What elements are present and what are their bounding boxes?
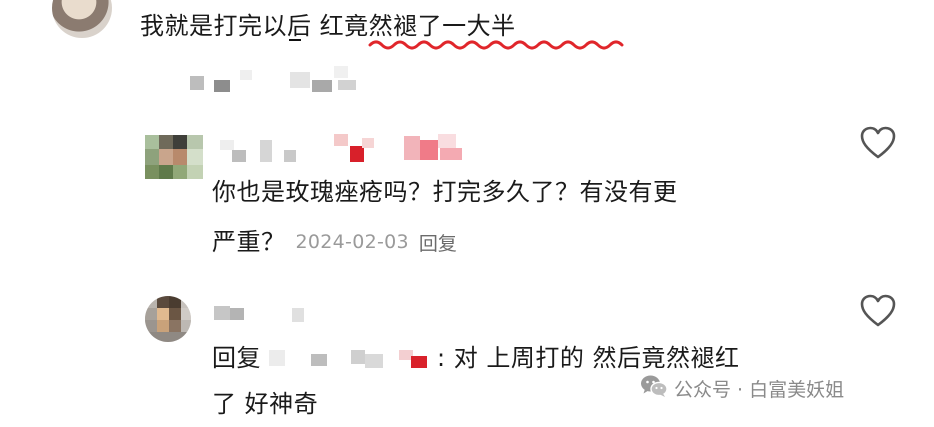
avatar[interactable] bbox=[145, 135, 203, 179]
comment-body-line: 你也是玫瑰痤疮吗？打完多久了？有没有更 bbox=[212, 178, 678, 206]
comment-text-highlight: 红竟然褪了一大半 bbox=[319, 12, 516, 40]
watermark-text: 公众号 · 白富美妖姐 bbox=[674, 378, 845, 401]
avatar[interactable] bbox=[145, 296, 191, 342]
avatar[interactable] bbox=[52, 0, 112, 38]
reply-button[interactable]: 回复 bbox=[419, 229, 457, 256]
comment-text-plain: 我就是打完以后 bbox=[140, 12, 320, 40]
comment-body-line: 严重？ bbox=[212, 228, 286, 256]
reply-prefix: 回复 bbox=[212, 344, 261, 372]
highlight-wavy-underline bbox=[368, 40, 624, 50]
like-heart-icon[interactable] bbox=[860, 294, 896, 328]
like-heart-icon[interactable] bbox=[860, 126, 896, 160]
watermark: 公众号 · 白富美妖姐 bbox=[640, 370, 844, 406]
comment-date: 2024-02-03 bbox=[295, 231, 409, 253]
wechat-icon bbox=[640, 374, 668, 403]
pixelated-mention bbox=[261, 346, 437, 370]
comment-body-line: 了 好神奇 bbox=[212, 390, 319, 418]
comment-meta-row: 严重？ 2024-02-03 回复 bbox=[212, 220, 457, 264]
text-cursor bbox=[289, 39, 301, 41]
